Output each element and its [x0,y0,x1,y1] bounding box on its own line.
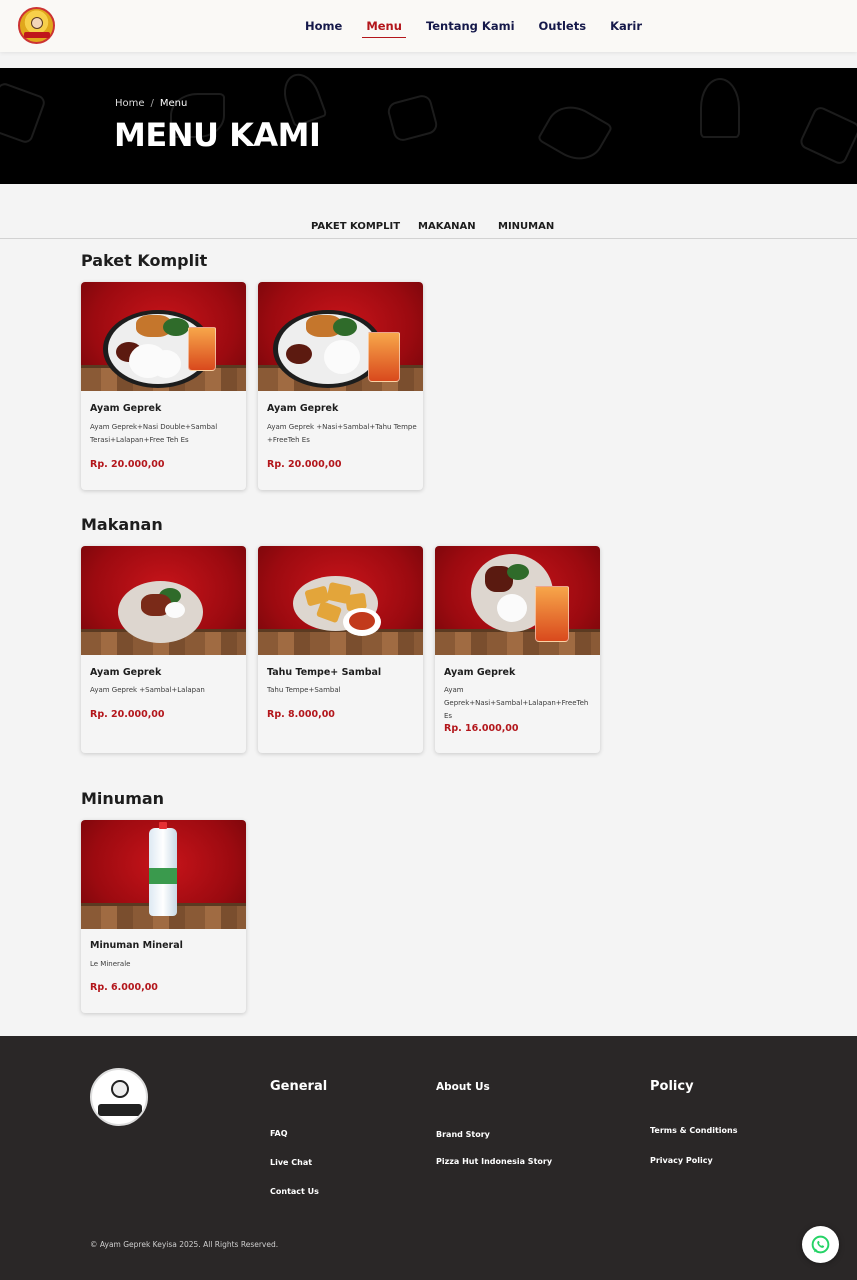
section-title-paket-komplit: Paket Komplit [81,251,208,270]
whatsapp-button[interactable] [802,1226,839,1263]
whatsapp-icon [811,1235,830,1254]
menu-item-desc: Ayam Geprek +Nasi+Sambal+Tahu Tempe +Fre… [267,423,417,444]
logo-face-icon [31,17,43,29]
footer-heading-policy: Policy [650,1079,694,1094]
menu-card[interactable]: Minuman Mineral Le Minerale Rp. 6.000,00 [81,820,246,1013]
tab-paket-komplit[interactable]: PAKET KOMPLIT [311,221,400,232]
nav-home[interactable]: Home [305,19,342,33]
menu-card[interactable]: Ayam Geprek Ayam Geprek +Nasi+Sambal+Tah… [258,282,423,490]
nav-tentang-kami[interactable]: Tentang Kami [426,19,515,33]
menu-item-price: Rp. 6.000,00 [90,982,158,993]
page-hero: Home / Menu MENU KAMI [0,68,857,184]
menu-item-desc: Ayam Geprek+Nasi+Sambal+Lalapan+FreeTeh … [444,686,589,720]
cheese-doodle-icon [797,104,857,167]
page-title: MENU KAMI [114,116,321,154]
menu-item-name: Ayam Geprek [90,403,162,414]
pizza-doodle-icon [536,96,614,170]
cheese-doodle-icon [0,80,48,146]
main-nav: Home Menu Tentang Kami Outlets Karir [305,19,642,38]
ayam-geprek-combo-image [435,546,600,655]
nav-outlets[interactable]: Outlets [539,19,587,33]
menu-item-desc: Ayam Geprek+Nasi Double+Sambal Terasi+La… [90,423,218,444]
footer-link-brand-story[interactable]: Brand Story [436,1130,490,1139]
menu-card[interactable]: Ayam Geprek Ayam Geprek+Nasi Double+Samb… [81,282,246,490]
breadcrumb-current: Menu [159,98,188,109]
menu-item-name: Ayam Geprek [267,403,339,414]
menu-item-name: Ayam Geprek [90,667,162,678]
section-title-makanan: Makanan [81,515,163,534]
breadcrumb-separator: / [150,98,154,109]
tab-minuman[interactable]: MINUMAN [498,221,554,232]
footer-link-privacy[interactable]: Privacy Policy [650,1156,713,1165]
water-bottle-image [81,820,246,929]
breadcrumb: Home / Menu [115,98,187,109]
menu-item-desc: Tahu Tempe+Sambal [267,686,341,694]
menu-item-name: Ayam Geprek [444,667,516,678]
menu-card[interactable]: Tahu Tempe+ Sambal Tahu Tempe+Sambal Rp.… [258,546,423,753]
ayam-geprek-plate-image [81,546,246,655]
menu-item-price: Rp. 20.000,00 [90,459,165,470]
menu-item-name: Minuman Mineral [90,940,183,951]
footer-link-pizza-hut-story[interactable]: Pizza Hut Indonesia Story [436,1157,552,1166]
menu-item-desc: Le Minerale [90,960,131,968]
tab-makanan[interactable]: MAKANAN [418,221,476,232]
breadcrumb-home[interactable]: Home [115,98,145,109]
ayam-geprek-combo-image [258,282,423,391]
nav-karir[interactable]: Karir [610,19,642,33]
footer-link-terms[interactable]: Terms & Conditions [650,1126,737,1135]
cheese-doodle-icon [385,92,440,144]
nav-menu[interactable]: Menu [362,19,406,38]
footer-heading-about: About Us [436,1081,490,1093]
logo-face-icon [111,1080,129,1098]
menu-item-price: Rp. 20.000,00 [90,709,165,720]
menu-item-price: Rp. 8.000,00 [267,709,335,720]
brand-logo-icon[interactable] [90,1068,148,1126]
menu-item-name: Tahu Tempe+ Sambal [267,667,382,678]
menu-item-desc: Ayam Geprek +Sambal+Lalapan [90,686,205,694]
menu-item-price: Rp. 16.000,00 [444,723,519,734]
logo-band-icon [24,32,50,38]
tahu-tempe-image [258,546,423,655]
menu-card[interactable]: Ayam Geprek Ayam Geprek+Nasi+Sambal+Lala… [435,546,600,753]
footer-link-live-chat[interactable]: Live Chat [270,1158,312,1167]
brand-logo-icon[interactable] [18,7,55,44]
section-title-minuman: Minuman [81,789,165,808]
ayam-geprek-combo-image [81,282,246,391]
menu-item-price: Rp. 20.000,00 [267,459,342,470]
footer-link-faq[interactable]: FAQ [270,1129,288,1138]
footer-link-contact-us[interactable]: Contact Us [270,1187,319,1196]
footer-heading-general: General [270,1079,328,1094]
logo-band-icon [98,1104,142,1116]
site-header: Home Menu Tentang Kami Outlets Karir [0,0,857,52]
menu-card[interactable]: Ayam Geprek Ayam Geprek +Sambal+Lalapan … [81,546,246,753]
site-footer: General FAQ Live Chat Contact Us About U… [0,1036,857,1280]
copyright-text: © Ayam Geprek Keyisa 2025. All Rights Re… [90,1240,279,1249]
menu-category-tabs: PAKET KOMPLIT MAKANAN MINUMAN [0,220,857,239]
cone-doodle-icon [700,78,740,138]
